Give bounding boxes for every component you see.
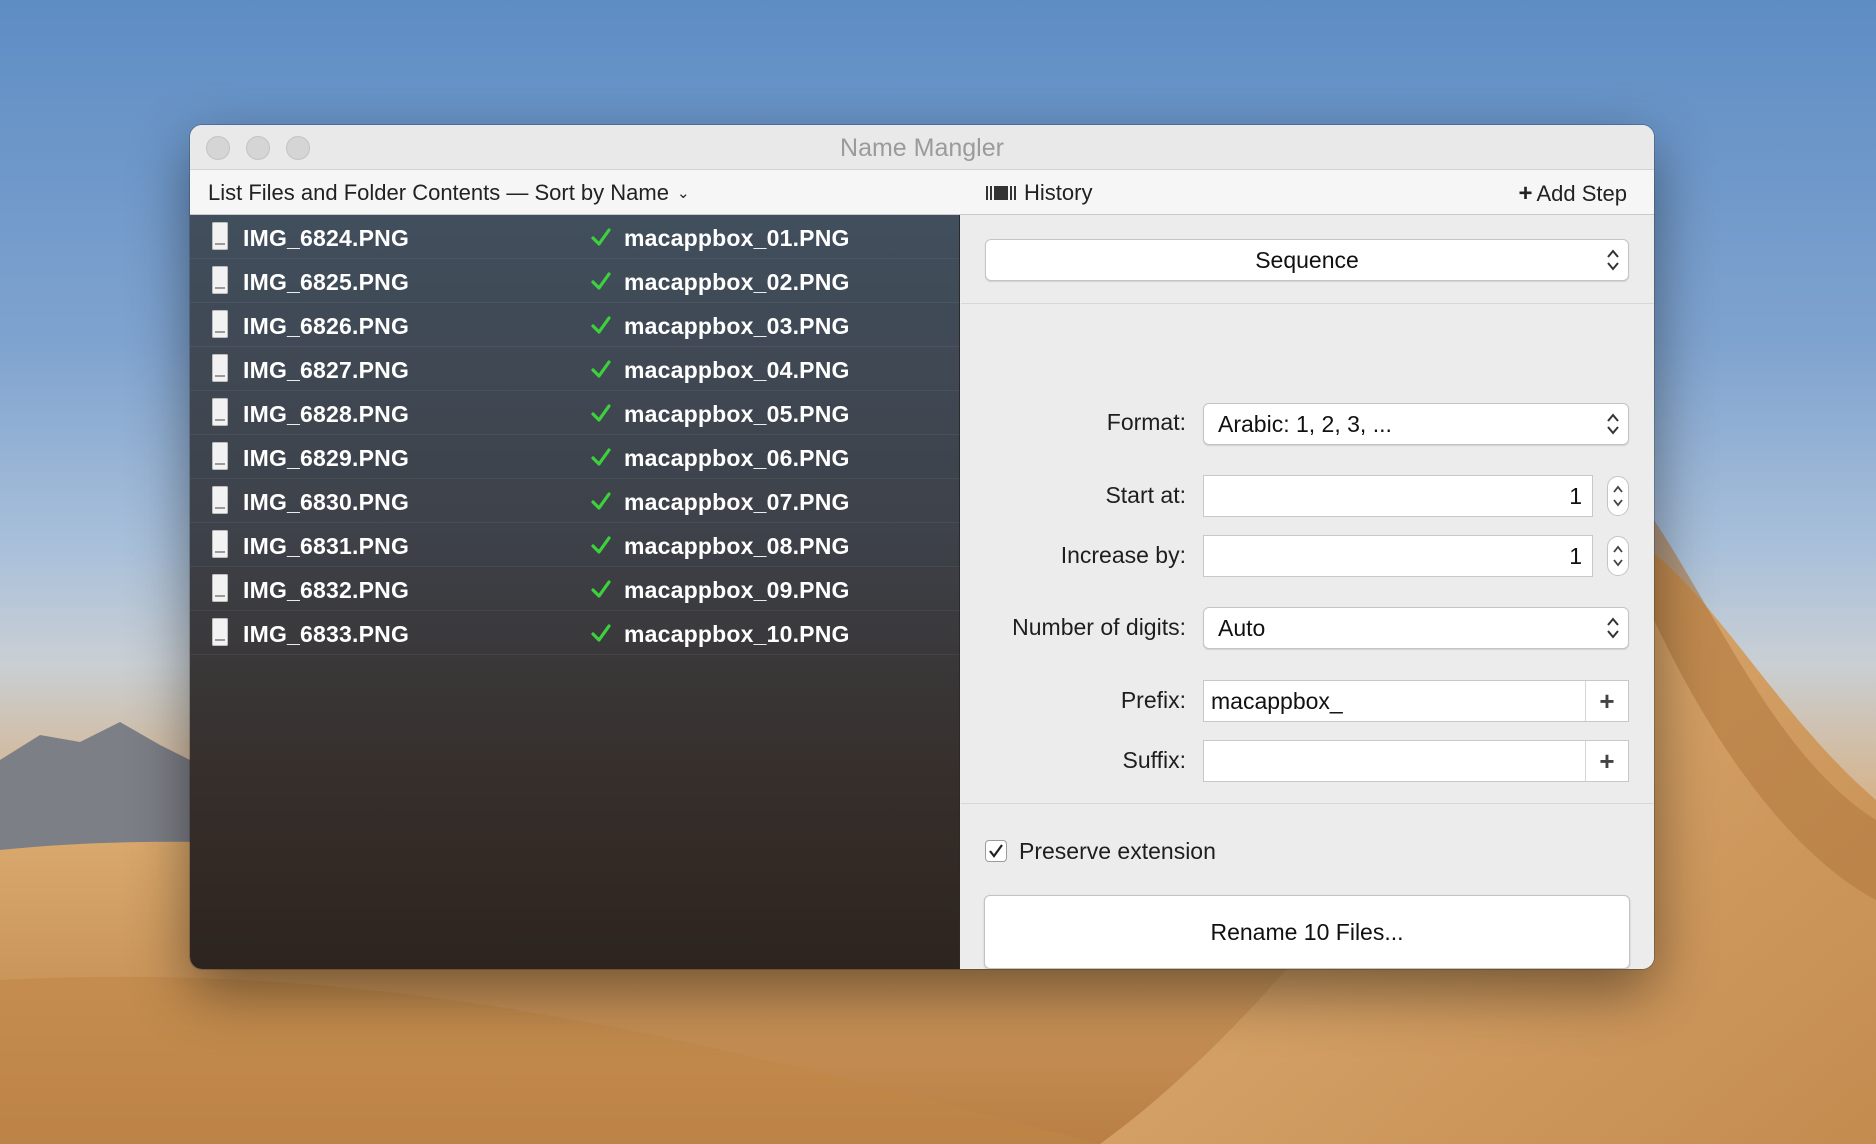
window-title: Name Mangler: [840, 134, 1004, 162]
file-row[interactable]: IMG_6824.PNG macappbox_01.PNG: [190, 215, 959, 259]
file-icon: [212, 398, 228, 426]
stepper-arrows-icon: [1613, 545, 1623, 567]
digits-label: Number of digits:: [1012, 614, 1186, 640]
file-row[interactable]: IMG_6830.PNG macappbox_07.PNG: [190, 479, 959, 523]
file-row[interactable]: IMG_6831.PNG macappbox_08.PNG: [190, 523, 959, 567]
original-filename: IMG_6833.PNG: [243, 621, 410, 647]
file-row[interactable]: IMG_6829.PNG macappbox_06.PNG: [190, 435, 959, 479]
original-filename: IMG_6832.PNG: [243, 577, 410, 603]
step-type-value: Sequence: [1255, 247, 1359, 273]
history-icon: [986, 186, 1016, 200]
file-icon: [212, 266, 228, 294]
check-icon: [591, 360, 611, 378]
suffix-label: Suffix:: [1122, 747, 1187, 773]
suffix-field[interactable]: +: [1203, 740, 1629, 782]
updown-arrows-icon: [1607, 617, 1619, 639]
new-filename: macappbox_01.PNG: [624, 225, 850, 251]
check-icon: [591, 536, 611, 554]
digits-value: Auto: [1218, 615, 1266, 641]
increase-by-stepper[interactable]: [1607, 536, 1629, 576]
start-at-field[interactable]: 1: [1203, 475, 1593, 517]
title-bar: Name Mangler: [190, 125, 1654, 170]
original-filename: IMG_6829.PNG: [243, 445, 410, 471]
preserve-extension-checkbox[interactable]: [985, 840, 1007, 862]
original-filename: IMG_6828.PNG: [243, 401, 410, 427]
file-icon: [212, 222, 228, 250]
app-window: Name Mangler List Files and Folder Conte…: [190, 125, 1654, 969]
original-filename: IMG_6826.PNG: [243, 313, 410, 339]
digits-popup[interactable]: Auto: [1203, 607, 1629, 649]
new-filename: macappbox_05.PNG: [624, 401, 850, 427]
new-filename: macappbox_02.PNG: [624, 269, 850, 295]
new-filename: macappbox_06.PNG: [624, 445, 850, 471]
suffix-add-token-button[interactable]: +: [1585, 741, 1628, 781]
stepper-arrows-icon: [1613, 485, 1623, 507]
add-step-label: Add Step: [1536, 181, 1627, 206]
original-filename: IMG_6830.PNG: [243, 489, 410, 515]
original-filename: IMG_6825.PNG: [243, 269, 410, 295]
file-icon: [212, 442, 228, 470]
original-filename: IMG_6831.PNG: [243, 533, 410, 559]
file-row[interactable]: IMG_6826.PNG macappbox_03.PNG: [190, 303, 959, 347]
file-row[interactable]: IMG_6833.PNG macappbox_10.PNG: [190, 611, 959, 655]
check-icon: [591, 448, 611, 466]
file-icon: [212, 310, 228, 338]
new-filename: macappbox_07.PNG: [624, 489, 850, 515]
step-type-popup[interactable]: Sequence: [985, 239, 1629, 281]
check-icon: [591, 624, 611, 642]
start-at-label: Start at:: [1105, 482, 1186, 508]
start-at-stepper[interactable]: [1607, 476, 1629, 516]
divider: [961, 803, 1654, 804]
check-icon: [591, 492, 611, 510]
toolbar: List Files and Folder Contents — Sort by…: [190, 170, 1654, 215]
preserve-extension-label[interactable]: Preserve extension: [1019, 838, 1216, 865]
file-row[interactable]: IMG_6832.PNG macappbox_09.PNG: [190, 567, 959, 611]
new-filename: macappbox_10.PNG: [624, 621, 850, 647]
check-icon: [591, 228, 611, 246]
file-list[interactable]: IMG_6824.PNG macappbox_01.PNG IMG_6825.PNG…: [190, 215, 960, 969]
list-sort-menu-label: List Files and Folder Contents — Sort by…: [208, 180, 669, 205]
format-popup[interactable]: Arabic: 1, 2, 3, ...: [1203, 403, 1629, 445]
check-icon: [591, 580, 611, 598]
increase-by-field[interactable]: 1: [1203, 535, 1593, 577]
new-filename: macappbox_04.PNG: [624, 357, 850, 383]
prefix-label: Prefix:: [1120, 687, 1186, 713]
history-label: History: [1024, 180, 1093, 205]
step-panel: Sequence Format: Arabic: 1, 2, 3, ... St…: [961, 215, 1654, 969]
check-icon: [591, 272, 611, 290]
rename-files-button[interactable]: Rename 10 Files...: [984, 895, 1630, 969]
format-label: Format:: [1106, 409, 1186, 435]
checkmark-icon: [989, 844, 1003, 858]
file-row[interactable]: IMG_6825.PNG macappbox_02.PNG: [190, 259, 959, 303]
updown-arrows-icon: [1607, 249, 1619, 271]
file-icon: [212, 486, 228, 514]
new-filename: macappbox_03.PNG: [624, 313, 850, 339]
original-filename: IMG_6827.PNG: [243, 357, 410, 383]
file-icon: [212, 618, 228, 646]
format-value: Arabic: 1, 2, 3, ...: [1218, 411, 1392, 437]
history-button[interactable]: History: [986, 180, 1092, 206]
file-icon: [212, 530, 228, 558]
new-filename: macappbox_09.PNG: [624, 577, 850, 603]
file-icon: [212, 354, 228, 382]
plus-icon: +: [1518, 180, 1533, 207]
check-icon: [591, 404, 611, 422]
check-icon: [591, 316, 611, 334]
chevron-down-icon: ⌄: [676, 185, 690, 202]
increase-by-label: Increase by:: [1060, 542, 1186, 568]
new-filename: macappbox_08.PNG: [624, 533, 850, 559]
list-sort-menu[interactable]: List Files and Folder Contents — Sort by…: [208, 180, 690, 206]
updown-arrows-icon: [1607, 413, 1619, 435]
add-step-button[interactable]: + Add Step: [1518, 180, 1627, 208]
desktop-background: Name Mangler List Files and Folder Conte…: [0, 0, 1876, 1144]
file-icon: [212, 574, 228, 602]
file-row[interactable]: IMG_6828.PNG macappbox_05.PNG: [190, 391, 959, 435]
prefix-add-token-button[interactable]: +: [1585, 681, 1628, 721]
prefix-field[interactable]: macappbox_ +: [1203, 680, 1629, 722]
file-row[interactable]: IMG_6827.PNG macappbox_04.PNG: [190, 347, 959, 391]
divider: [961, 303, 1654, 304]
prefix-value: macappbox_: [1211, 688, 1343, 714]
original-filename: IMG_6824.PNG: [243, 225, 410, 251]
